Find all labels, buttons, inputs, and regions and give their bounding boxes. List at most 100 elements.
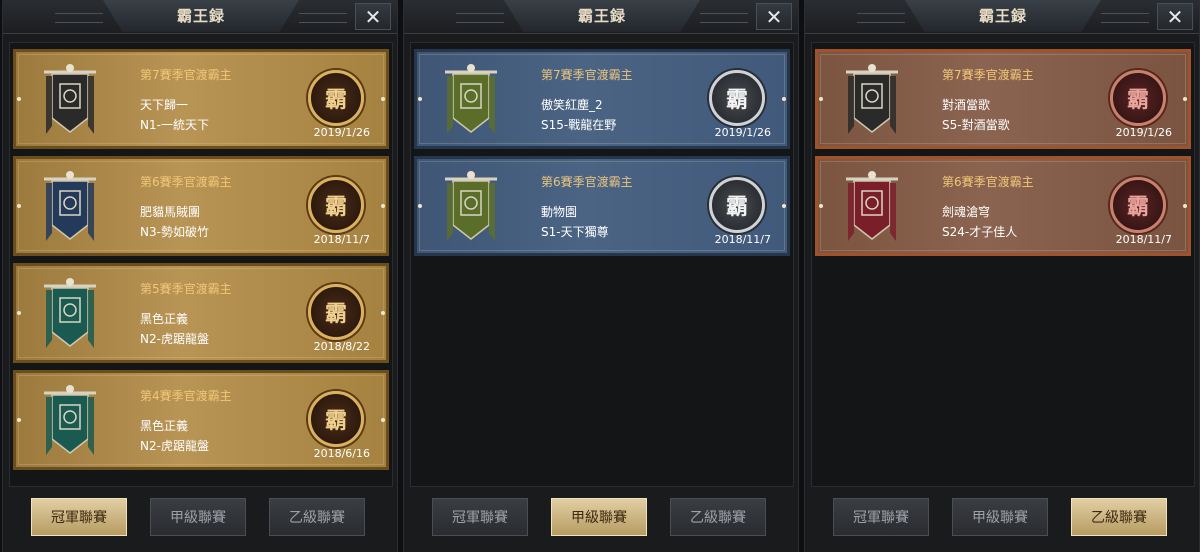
win-date: 2018/11/7: [714, 233, 771, 246]
close-button[interactable]: ✕: [756, 3, 792, 30]
guild-banner-icon: [840, 62, 904, 138]
title-ornament: [1101, 13, 1149, 23]
tab-league-0[interactable]: 冠軍聯賽: [432, 498, 528, 536]
league-panel: 霸王録 ✕ 第7賽季官渡霸主 對酒當歌 S5-對酒當歌霸 2019/1/26 第6賽季官渡霸…: [804, 0, 1200, 552]
win-date: 2019/1/26: [313, 126, 370, 139]
server-name: S1-天下獨尊: [541, 225, 609, 239]
win-date: 2018/6/16: [313, 447, 370, 460]
tab-league-1[interactable]: 甲級聯賽: [952, 498, 1048, 536]
rivet-decoration: [1183, 97, 1187, 101]
ba-emblem-icon: 霸: [709, 177, 765, 233]
guild-name: 動物園: [541, 205, 578, 219]
champion-card[interactable]: 第5賽季官渡霸主 黑色正義 N2-虎踞龍盤 霸 2018/8/22: [13, 263, 389, 363]
server-name: N3-勢如破竹: [140, 225, 209, 239]
ba-emblem-icon: 霸: [308, 391, 364, 447]
ba-emblem-icon: 霸: [709, 70, 765, 126]
champion-list[interactable]: 第7賽季官渡霸主 傲笑紅塵_2 S15-戰龍在野霸 2019/1/26 第6賽季官渡霸主…: [410, 42, 794, 487]
guild-banner-icon: [38, 276, 102, 352]
champion-list[interactable]: 第7賽季官渡霸主 對酒當歌 S5-對酒當歌霸 2019/1/26 第6賽季官渡霸主 劍魂滄…: [811, 42, 1195, 487]
season-label: 第5賽季官渡霸主: [140, 282, 232, 296]
champion-card[interactable]: 第6賽季官渡霸主 劍魂滄穹 S24-才子佳人 霸 2018/11/7: [815, 156, 1191, 256]
champion-card[interactable]: 第6賽季官渡霸主 動物園 S1-天下獨尊 霸 2018/11/7: [414, 156, 790, 256]
guild-banner-icon: [38, 62, 102, 138]
guild-banner-icon: [38, 383, 102, 459]
champion-card[interactable]: 第7賽季官渡霸主 對酒當歌 S5-對酒當歌 霸 2019/1/26: [815, 49, 1191, 149]
panel-title: 霸王録: [978, 7, 1027, 25]
guild-name: 劍魂滄穹: [942, 205, 991, 219]
guild-name: 傲笑紅塵_2: [541, 98, 603, 112]
rivet-decoration: [17, 418, 21, 422]
server-name: N2-虎踞龍盤: [140, 332, 209, 346]
server-name: N2-虎踞龍盤: [140, 439, 209, 453]
guild-name: 黑色正義: [140, 419, 189, 433]
champion-list[interactable]: 第7賽季官渡霸主 天下歸一 N1-一統天下霸 2019/1/26 第6賽季官渡霸主 肥貓馬…: [9, 42, 393, 487]
server-name: S5-對酒當歌: [942, 118, 1010, 132]
guild-banner-icon: [840, 169, 904, 245]
guild-name: 對酒當歌: [942, 98, 991, 112]
server-name: S15-戰龍在野: [541, 118, 617, 132]
guild-banner-icon: [38, 169, 102, 245]
panel-title: 霸王録: [176, 7, 225, 25]
champion-card[interactable]: 第6賽季官渡霸主 肥貓馬賊團 N3-勢如破竹 霸 2018/11/7: [13, 156, 389, 256]
ba-emblem-icon: 霸: [1110, 70, 1166, 126]
rivet-decoration: [381, 311, 385, 315]
rivet-decoration: [418, 204, 422, 208]
guild-name: 肥貓馬賊團: [140, 205, 201, 219]
ba-emblem-icon: 霸: [1110, 177, 1166, 233]
season-label: 第6賽季官渡霸主: [942, 175, 1034, 189]
league-panel: 霸王録 ✕ 第7賽季官渡霸主 傲笑紅塵_2 S15-戰龍在野霸 2019/1/26 第6賽季…: [403, 0, 799, 552]
rivet-decoration: [782, 97, 786, 101]
rivet-decoration: [17, 204, 21, 208]
guild-name: 黑色正義: [140, 312, 189, 326]
win-date: 2019/1/26: [714, 126, 771, 139]
champion-card[interactable]: 第7賽季官渡霸主 天下歸一 N1-一統天下 霸 2019/1/26: [13, 49, 389, 149]
close-icon: ✕: [364, 4, 382, 29]
title-ornament: [857, 13, 905, 23]
title-ornament: [299, 13, 347, 23]
ba-emblem-icon: 霸: [308, 70, 364, 126]
season-label: 第7賽季官渡霸主: [942, 68, 1034, 82]
rivet-decoration: [418, 97, 422, 101]
rivet-decoration: [819, 204, 823, 208]
win-date: 2019/1/26: [1115, 126, 1172, 139]
server-name: N1-一統天下: [140, 118, 209, 132]
win-date: 2018/11/7: [313, 233, 370, 246]
tab-league-2[interactable]: 乙級聯賽: [670, 498, 766, 536]
season-label: 第7賽季官渡霸主: [140, 68, 232, 82]
season-label: 第6賽季官渡霸主: [140, 175, 232, 189]
champion-card[interactable]: 第7賽季官渡霸主 傲笑紅塵_2 S15-戰龍在野 霸 2019/1/26: [414, 49, 790, 149]
tab-league-2[interactable]: 乙級聯賽: [269, 498, 365, 536]
league-panel: 霸王録 ✕ 第7賽季官渡霸主 天下歸一 N1-一統天下霸 2019/1/26 第6賽季官渡霸…: [2, 0, 398, 552]
title-bar: 霸王録 ✕: [805, 0, 1199, 34]
tab-league-0[interactable]: 冠軍聯賽: [833, 498, 929, 536]
rivet-decoration: [381, 204, 385, 208]
close-icon: ✕: [1166, 4, 1184, 29]
title-bar: 霸王録 ✕: [3, 0, 397, 34]
title-ornament: [456, 13, 504, 23]
league-tabs: 冠軍聯賽 甲級聯賽 乙級聯賽: [805, 494, 1199, 542]
tab-league-1[interactable]: 甲級聯賽: [150, 498, 246, 536]
tab-league-2[interactable]: 乙級聯賽: [1071, 498, 1167, 536]
ba-emblem-icon: 霸: [308, 284, 364, 340]
tab-league-0[interactable]: 冠軍聯賽: [31, 498, 127, 536]
rivet-decoration: [381, 97, 385, 101]
panel-title: 霸王録: [577, 7, 626, 25]
close-icon: ✕: [765, 4, 783, 29]
guild-banner-icon: [439, 169, 503, 245]
close-button[interactable]: ✕: [1157, 3, 1193, 30]
title-bar: 霸王録 ✕: [404, 0, 798, 34]
rivet-decoration: [17, 311, 21, 315]
rivet-decoration: [819, 97, 823, 101]
rivet-decoration: [17, 97, 21, 101]
win-date: 2018/11/7: [1115, 233, 1172, 246]
rivet-decoration: [1183, 204, 1187, 208]
ba-emblem-icon: 霸: [308, 177, 364, 233]
close-button[interactable]: ✕: [355, 3, 391, 30]
tab-league-1[interactable]: 甲級聯賽: [551, 498, 647, 536]
rivet-decoration: [782, 204, 786, 208]
season-label: 第7賽季官渡霸主: [541, 68, 633, 82]
season-label: 第6賽季官渡霸主: [541, 175, 633, 189]
league-tabs: 冠軍聯賽 甲級聯賽 乙級聯賽: [3, 494, 397, 542]
champion-card[interactable]: 第4賽季官渡霸主 黑色正義 N2-虎踞龍盤 霸 2018/6/16: [13, 370, 389, 470]
title-ornament: [55, 13, 103, 23]
